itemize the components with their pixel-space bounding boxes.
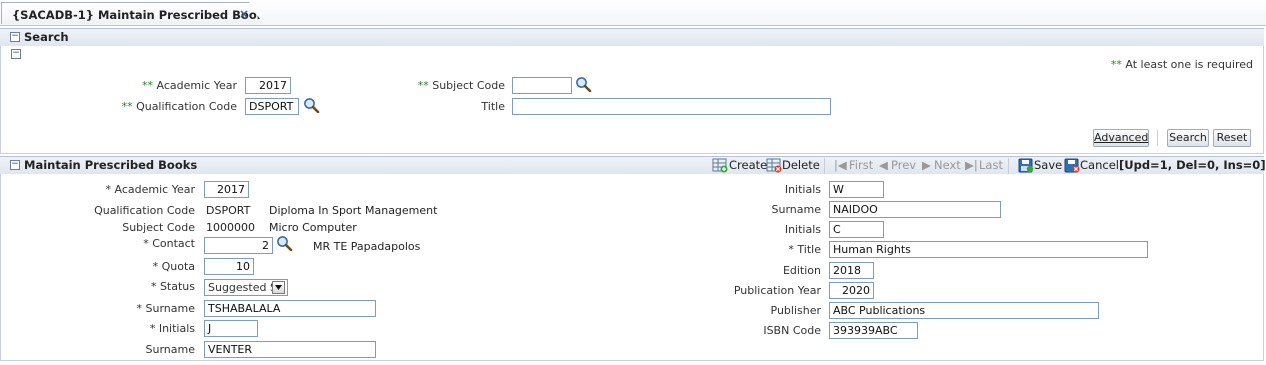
subject-description: Micro Computer	[269, 221, 357, 234]
collapse-icon[interactable]: −	[11, 49, 21, 59]
next-icon: ▶	[922, 158, 931, 172]
contact-field[interactable]: 2	[204, 237, 273, 254]
academic-year-label: ** Academic Year	[142, 79, 237, 92]
toolbar-separator	[1157, 130, 1158, 146]
next-button[interactable]: Next	[934, 158, 961, 172]
academic-year-input[interactable]: 2017	[245, 77, 291, 94]
tab-maintain-prescribed-books[interactable]: {SACADB-1} Maintain Prescribed Books ×	[1, 2, 263, 24]
initials-label: * Initials	[149, 322, 195, 335]
publication-year-field[interactable]: 2020	[829, 282, 874, 299]
chevron-down-icon	[275, 285, 282, 290]
contact-label: * Contact	[143, 237, 195, 250]
reset-button[interactable]: Reset	[1213, 129, 1251, 147]
qualification-code-label: Qualification Code	[94, 204, 195, 217]
subject-code-value: 1000000	[206, 221, 255, 234]
create-icon[interactable]	[712, 158, 728, 173]
status-selected-value: Suggested S	[208, 281, 277, 294]
edition-label: Edition	[782, 264, 821, 277]
cancel-button[interactable]: Cancel	[1080, 158, 1119, 172]
qualification-code-input[interactable]: DSPORT	[245, 98, 299, 115]
search-icon[interactable]	[575, 76, 592, 92]
edition-field[interactable]: 2018	[829, 262, 874, 279]
tab-strip: {SACADB-1} Maintain Prescribed Books ×	[0, 0, 1266, 26]
cancel-icon[interactable]	[1064, 158, 1080, 173]
toolbar-separator	[1008, 158, 1009, 174]
tab-title: {SACADB-1} Maintain Prescribed Books	[12, 8, 272, 22]
book-title-label: * Title	[788, 243, 821, 256]
search-panel: − ** At least one is required ** Academi…	[0, 46, 1264, 154]
prev-icon: ◀	[879, 158, 888, 172]
first-icon: |◀	[834, 158, 847, 172]
status-dropdown[interactable]	[272, 281, 285, 294]
first-button[interactable]: First	[849, 158, 873, 172]
delete-button[interactable]: Delete	[782, 158, 820, 172]
surname-field[interactable]: TSHABALALA	[204, 300, 376, 317]
second-surname-field[interactable]: VENTER	[204, 341, 376, 358]
status-label: * Status	[150, 280, 195, 293]
qualification-description: Diploma In Sport Management	[269, 204, 438, 217]
toolbar-separator	[824, 158, 825, 174]
create-button[interactable]: Create	[729, 158, 767, 172]
advanced-button[interactable]: Advanced	[1093, 129, 1149, 147]
isbn-code-field[interactable]: 393939ABC	[829, 322, 918, 339]
search-icon[interactable]	[303, 97, 320, 113]
publisher-label: Publisher	[770, 304, 822, 317]
author-initials-field[interactable]: W	[829, 181, 884, 198]
qualification-code-label: ** Qualification Code	[121, 100, 237, 113]
delete-icon[interactable]	[766, 158, 782, 173]
save-icon[interactable]	[1018, 158, 1034, 173]
save-button[interactable]: Save	[1034, 158, 1062, 172]
second-author-initials-label: Initials	[784, 223, 821, 236]
second-surname-label: Surname	[145, 343, 195, 356]
academic-year-label: * Academic Year	[105, 183, 195, 196]
academic-year-field[interactable]: 2017	[204, 181, 249, 198]
initials-field[interactable]: J	[204, 320, 258, 337]
publisher-field[interactable]: ABC Publications	[829, 302, 1099, 319]
contact-name: MR TE Papadapolos	[313, 240, 421, 253]
title-input[interactable]	[512, 98, 831, 115]
maintain-panel-title: Maintain Prescribed Books	[24, 158, 198, 172]
last-icon: ▶|	[965, 158, 978, 172]
quota-field[interactable]: 10	[204, 258, 254, 275]
search-panel-header[interactable]: − Search	[0, 28, 1264, 47]
collapse-icon[interactable]: −	[10, 160, 20, 170]
maintain-panel-header: − Maintain Prescribed Books Create Delet…	[0, 156, 1266, 175]
close-icon[interactable]: ×	[239, 7, 249, 21]
search-button[interactable]: Search	[1167, 129, 1209, 147]
title-label: Title	[481, 100, 505, 113]
second-author-initials-field[interactable]: C	[829, 221, 884, 238]
qualification-code-value: DSPORT	[206, 204, 251, 217]
author-initials-label: Initials	[784, 183, 821, 196]
surname-label: * Surname	[136, 302, 195, 315]
search-panel-title: Search	[24, 30, 69, 44]
author-surname-field[interactable]: NAIDOO	[829, 201, 1001, 218]
book-title-field[interactable]: Human Rights	[829, 241, 1148, 258]
subject-code-label: ** Subject Code	[417, 79, 505, 92]
subject-code-input[interactable]	[512, 77, 572, 94]
isbn-code-label: ISBN Code	[763, 324, 821, 337]
last-button[interactable]: Last	[979, 158, 1003, 172]
collapse-icon[interactable]: −	[10, 32, 20, 42]
publication-year-label: Publication Year	[733, 284, 821, 297]
required-note: ** At least one is required	[1110, 58, 1253, 71]
search-icon[interactable]	[276, 235, 293, 251]
quota-label: * Quota	[152, 260, 195, 273]
subject-code-label: Subject Code	[122, 221, 195, 234]
maintain-panel: * Academic Year 2017 Qualification Code …	[0, 174, 1264, 361]
prev-button[interactable]: Prev	[891, 158, 916, 172]
change-status: [Upd=1, Del=0, Ins=0]	[1119, 158, 1266, 172]
author-surname-label: Surname	[771, 203, 821, 216]
